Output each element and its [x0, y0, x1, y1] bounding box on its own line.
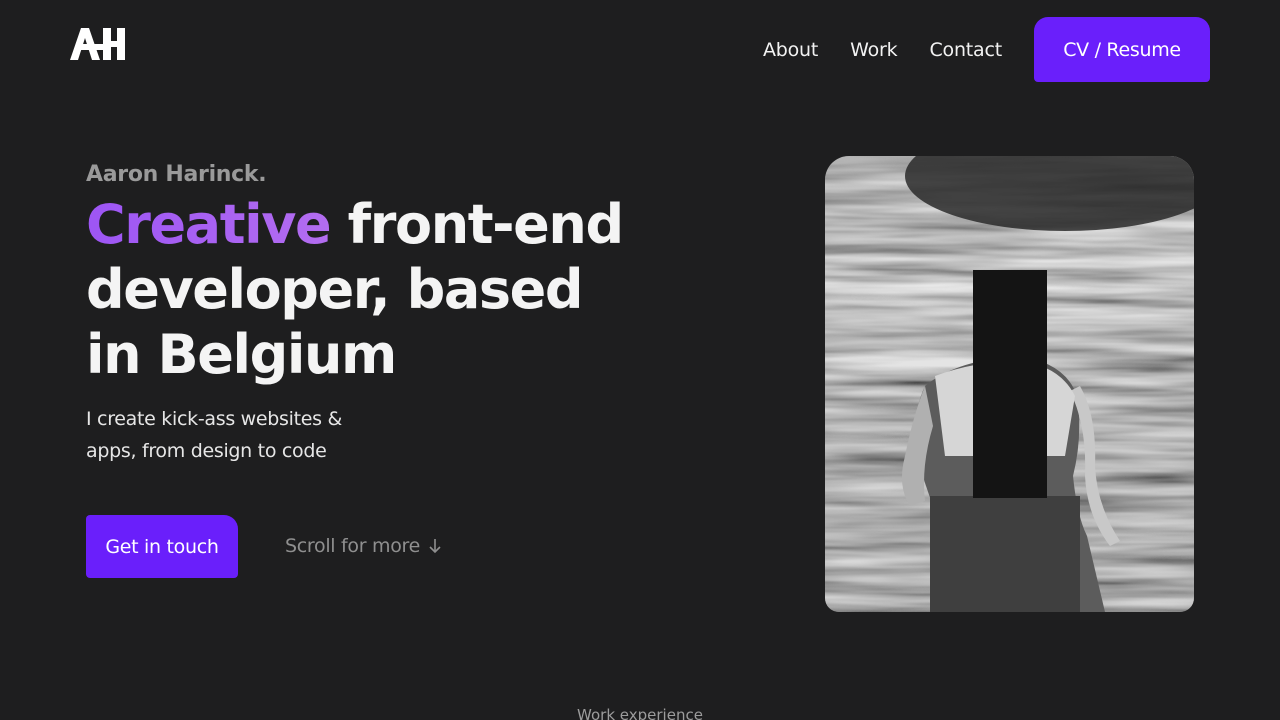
- scroll-for-more-link[interactable]: Scroll for more: [285, 535, 442, 557]
- arrow-down-icon: [429, 539, 441, 554]
- get-in-touch-button[interactable]: Get in touch: [86, 515, 238, 578]
- hero-portrait-image: [825, 156, 1194, 612]
- nav-contact-link[interactable]: Contact: [929, 39, 1002, 61]
- page: About Work Contact CV / Resume Aaron Har…: [0, 0, 1280, 720]
- cv-resume-button[interactable]: CV / Resume: [1034, 17, 1210, 82]
- hero-headline: Creative front-end developer, based in B…: [86, 192, 646, 387]
- headline-accent: Creative: [86, 193, 332, 256]
- nav-about-link[interactable]: About: [763, 39, 818, 61]
- hero-subtitle: I create kick-ass websites & apps, from …: [86, 408, 343, 462]
- work-experience-heading: Work experience: [577, 706, 703, 720]
- scroll-label: Scroll for more: [285, 535, 421, 557]
- nav-work-link[interactable]: Work: [850, 39, 898, 61]
- hero-name: Aaron Harinck.: [86, 162, 267, 187]
- main-nav: About Work Contact CV / Resume: [763, 17, 1210, 82]
- logo-icon[interactable]: [70, 26, 126, 62]
